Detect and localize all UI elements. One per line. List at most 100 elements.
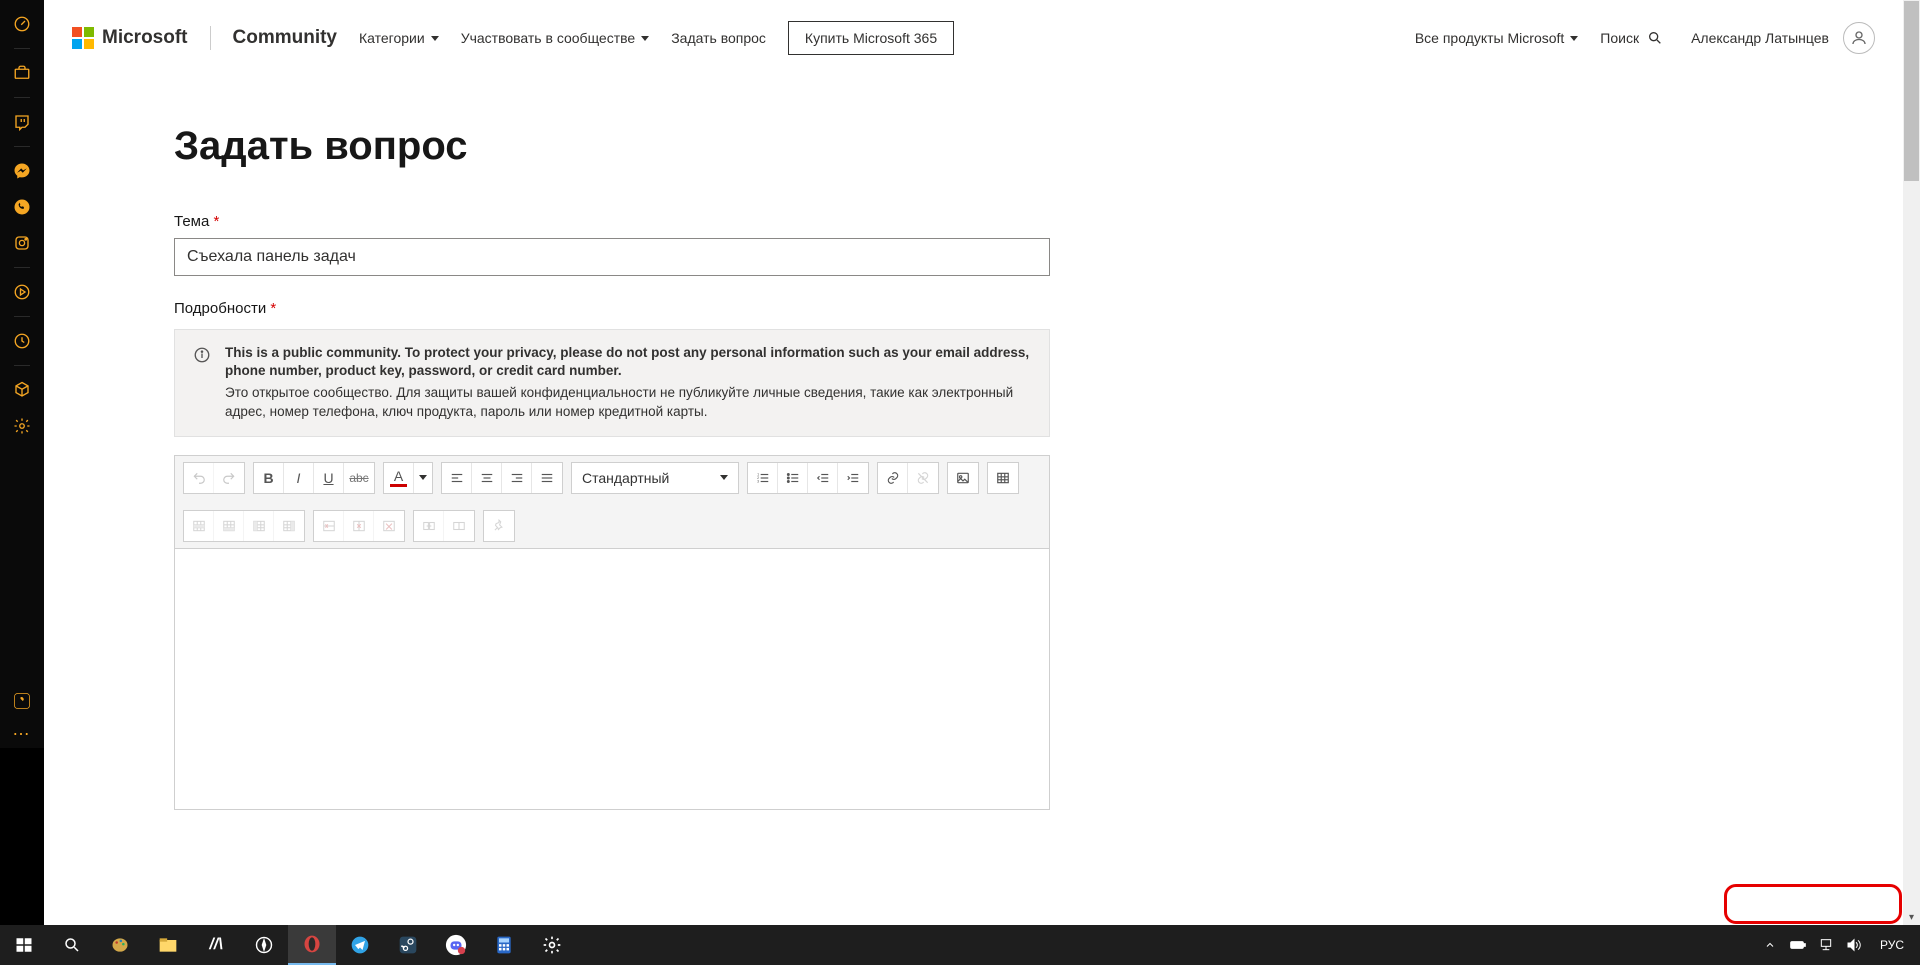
privacy-notice: This is a public community. To protect y… — [174, 329, 1050, 437]
nav-ask-question[interactable]: Задать вопрос — [671, 30, 766, 46]
taskbar-explorer-icon[interactable] — [144, 925, 192, 965]
nav-all-products-label: Все продукты Microsoft — [1415, 30, 1564, 46]
italic-button[interactable]: I — [284, 463, 314, 493]
tray-chevron-up-icon[interactable] — [1762, 937, 1778, 953]
system-tray: РУС — [1752, 937, 1920, 953]
required-asterisk: * — [214, 213, 220, 230]
dock-item-briefcase-icon[interactable] — [12, 63, 32, 83]
nav-participate[interactable]: Участвовать в сообществе — [461, 30, 650, 46]
search-button[interactable]: Поиск — [1600, 30, 1663, 46]
taskbar-app-m-icon[interactable]: //\ — [192, 925, 240, 965]
dock-item-messenger-icon[interactable] — [12, 161, 32, 181]
dock-item-history-icon[interactable] — [12, 331, 32, 351]
dock-item-whatsapp-icon[interactable] — [12, 197, 32, 217]
page-title: Задать вопрос — [174, 124, 1903, 169]
nav-all-products[interactable]: Все продукты Microsoft — [1415, 30, 1578, 46]
scroll-down-button[interactable]: ▾ — [1904, 910, 1919, 925]
community-link[interactable]: Community — [233, 27, 338, 49]
taskbar-calculator-icon[interactable] — [480, 925, 528, 965]
table-row-button[interactable] — [184, 511, 214, 541]
taskbar-paint-icon[interactable] — [96, 925, 144, 965]
taskbar-opera-icon[interactable] — [288, 925, 336, 965]
dock-item-clock-icon[interactable] — [12, 14, 32, 34]
search-icon — [1647, 30, 1663, 46]
taskbar-telegram-icon[interactable] — [336, 925, 384, 965]
svg-text:3: 3 — [757, 479, 759, 483]
vertical-scrollbar[interactable]: ▴ ▾ — [1903, 0, 1920, 925]
format-select-label: Стандартный — [582, 470, 669, 486]
split-cell-button[interactable] — [444, 511, 474, 541]
editor-textarea[interactable] — [175, 549, 1049, 809]
microsoft-logo[interactable]: Microsoft — [72, 27, 188, 49]
font-color-button[interactable]: A — [384, 463, 414, 493]
strikethrough-button[interactable]: abc — [344, 463, 374, 493]
outdent-button[interactable] — [808, 463, 838, 493]
tray-network-icon[interactable] — [1818, 937, 1834, 953]
taskbar-steam-icon[interactable] — [384, 925, 432, 965]
table-button[interactable] — [988, 463, 1018, 493]
align-justify-button[interactable] — [532, 463, 562, 493]
ordered-list-button[interactable]: 123 — [748, 463, 778, 493]
font-color-dropdown[interactable] — [414, 463, 432, 493]
search-taskbar-button[interactable] — [48, 925, 96, 965]
scrollbar-thumb[interactable] — [1904, 1, 1919, 181]
align-center-button[interactable] — [472, 463, 502, 493]
table-col-left-button[interactable] — [244, 511, 274, 541]
align-left-button[interactable] — [442, 463, 472, 493]
tray-volume-icon[interactable] — [1846, 937, 1862, 953]
dock-item-settings-icon[interactable] — [12, 416, 32, 436]
dock-item-play-icon[interactable] — [12, 282, 32, 302]
details-label: Подробности * — [174, 300, 1903, 317]
chevron-down-icon — [419, 475, 427, 480]
dock-item-twitch-icon[interactable] — [12, 112, 32, 132]
start-button[interactable] — [0, 925, 48, 965]
redo-button[interactable] — [214, 463, 244, 493]
dock-separator — [14, 316, 30, 317]
table-col-right-button[interactable] — [274, 511, 304, 541]
info-icon — [193, 346, 211, 364]
nav-categories[interactable]: Категории — [359, 30, 439, 46]
pin-button[interactable] — [484, 511, 514, 541]
buy-m365-button[interactable]: Купить Microsoft 365 — [788, 21, 954, 55]
user-avatar[interactable] — [1843, 22, 1875, 54]
taskbar-discord-icon[interactable] — [432, 925, 480, 965]
subject-input[interactable] — [174, 238, 1050, 276]
underline-button[interactable]: U — [314, 463, 344, 493]
unordered-list-button[interactable] — [778, 463, 808, 493]
rich-text-editor: B I U abc A Стандартный — [174, 455, 1050, 810]
delete-col-button[interactable] — [344, 511, 374, 541]
taskbar-compass-icon[interactable] — [240, 925, 288, 965]
chevron-down-icon — [641, 36, 649, 41]
align-right-button[interactable] — [502, 463, 532, 493]
link-button[interactable] — [878, 463, 908, 493]
details-label-text: Подробности — [174, 300, 266, 317]
unlink-button[interactable] — [908, 463, 938, 493]
dock-item-tools-icon[interactable] — [12, 691, 32, 711]
taskbar-settings-icon[interactable] — [528, 925, 576, 965]
merge-cells-button[interactable] — [414, 511, 444, 541]
delete-row-button[interactable] — [314, 511, 344, 541]
microsoft-logo-icon — [72, 27, 94, 49]
dock-item-cube-icon[interactable] — [12, 380, 32, 400]
delete-table-button[interactable] — [374, 511, 404, 541]
undo-button[interactable] — [184, 463, 214, 493]
chevron-down-icon — [720, 475, 728, 480]
tray-language[interactable]: РУС — [1874, 938, 1910, 952]
format-select[interactable]: Стандартный — [571, 462, 739, 494]
chevron-down-icon — [431, 36, 439, 41]
tray-battery-icon[interactable] — [1790, 937, 1806, 953]
image-button[interactable] — [948, 463, 978, 493]
notice-ru: Это открытое сообщество. Для защиты ваше… — [225, 384, 1031, 422]
notice-en: This is a public community. To protect y… — [225, 345, 1029, 378]
dock-separator — [14, 48, 30, 49]
microsoft-brand-label: Microsoft — [102, 27, 188, 49]
dock-more-icon[interactable]: … — [12, 719, 32, 740]
nav-categories-label: Категории — [359, 30, 425, 46]
bold-button[interactable]: B — [254, 463, 284, 493]
nav-participate-label: Участвовать в сообществе — [461, 30, 636, 46]
dock-separator — [14, 97, 30, 98]
dock-item-instagram-icon[interactable] — [12, 233, 32, 253]
table-row-below-button[interactable] — [214, 511, 244, 541]
required-asterisk: * — [270, 300, 276, 317]
indent-button[interactable] — [838, 463, 868, 493]
